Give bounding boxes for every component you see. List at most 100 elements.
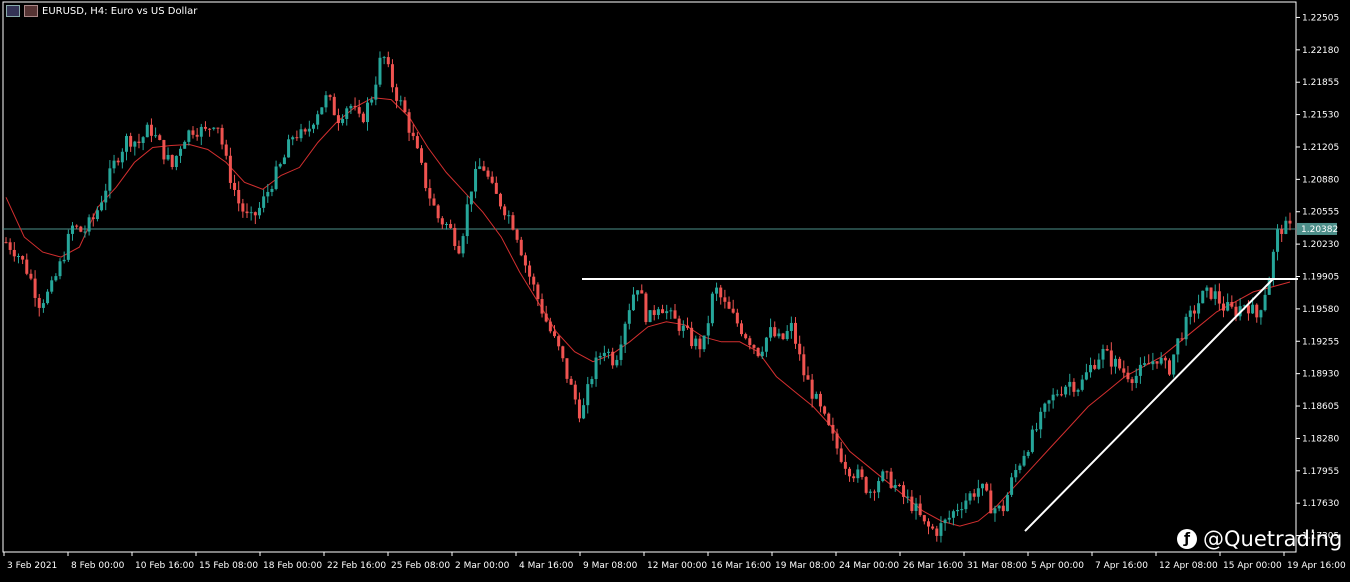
candle-body xyxy=(1217,291,1221,304)
candle-body xyxy=(1284,220,1288,234)
candle-body xyxy=(154,135,158,137)
candle-body xyxy=(1197,303,1201,314)
candle-body xyxy=(843,461,847,469)
candle-body xyxy=(723,297,727,302)
candle-body xyxy=(607,351,611,353)
candle-body xyxy=(116,160,120,163)
y-tick-label: 1.19905 xyxy=(1302,273,1339,283)
candle-body xyxy=(839,448,843,462)
brand-logo-icon: ƒ xyxy=(1177,529,1197,549)
candle-body xyxy=(690,327,694,347)
candle-body xyxy=(540,299,544,314)
candle-body xyxy=(814,393,818,399)
candle-body xyxy=(615,359,619,366)
candle-body xyxy=(1005,494,1009,512)
y-tick-label: 1.21530 xyxy=(1302,111,1339,121)
candle-body xyxy=(95,210,99,220)
x-tick-label: 15 Apr 00:00 xyxy=(1223,561,1282,571)
candle-body xyxy=(1072,381,1076,392)
candle-body xyxy=(719,287,723,298)
candle-body xyxy=(100,202,104,211)
candle-body xyxy=(544,313,548,322)
candle-body xyxy=(1288,220,1292,224)
candle-body xyxy=(569,378,573,385)
candle-body xyxy=(515,229,519,240)
candle-body xyxy=(79,226,83,232)
y-tick-label: 1.21855 xyxy=(1302,78,1339,88)
candle-body xyxy=(1155,361,1159,364)
candle-body xyxy=(320,107,324,115)
candle-body xyxy=(336,115,340,124)
candle-body xyxy=(993,508,997,514)
candle-body xyxy=(1251,304,1255,314)
candle-body xyxy=(1084,372,1088,380)
candle-body xyxy=(1176,338,1180,355)
candle-body xyxy=(498,193,502,207)
candle-body xyxy=(220,127,224,145)
candle-body xyxy=(706,323,710,336)
candle-body xyxy=(926,521,930,527)
candle-body xyxy=(914,503,918,511)
candle-body xyxy=(162,140,166,160)
candle-body xyxy=(673,310,677,319)
candle-body xyxy=(366,102,370,123)
candle-body xyxy=(1222,303,1226,311)
candle-body xyxy=(573,384,577,400)
candle-body xyxy=(453,227,457,246)
candle-body xyxy=(681,325,685,331)
y-tick-label: 1.19580 xyxy=(1302,305,1339,315)
candle-body xyxy=(349,105,353,109)
chart-area[interactable]: 1.22505 1.22180 1.21855 1.21530 1.21205 1.208… xyxy=(0,0,1350,578)
candle-body xyxy=(179,148,183,156)
candle-body xyxy=(748,338,752,346)
y-tick-label: 1.20880 xyxy=(1302,175,1339,185)
candle-body xyxy=(856,469,860,479)
candle-body xyxy=(287,139,291,158)
candle-body xyxy=(885,471,889,473)
candle-body xyxy=(1180,338,1184,340)
candle-body xyxy=(968,493,972,501)
candle-body xyxy=(669,310,673,312)
x-tick-label: 7 Apr 16:00 xyxy=(1095,561,1148,571)
candle-body xyxy=(735,312,739,324)
x-tick-label: 18 Feb 00:00 xyxy=(263,561,322,571)
candle-body xyxy=(494,182,498,194)
candle-body xyxy=(1188,310,1192,317)
candle-body xyxy=(823,406,827,414)
candle-body xyxy=(557,336,561,347)
candle-body xyxy=(710,293,714,324)
candle-body xyxy=(257,207,261,216)
candle-body xyxy=(174,155,178,168)
candle-body xyxy=(21,256,25,260)
candle-body xyxy=(598,356,602,358)
y-tick-label: 1.22505 xyxy=(1302,13,1339,23)
candle-body xyxy=(523,255,527,266)
candle-body xyxy=(1043,403,1047,412)
candle-body xyxy=(665,311,669,314)
candle-body xyxy=(631,294,635,311)
candle-body xyxy=(956,509,960,512)
candlestick-chart[interactable]: 1.22505 1.22180 1.21855 1.21530 1.21205 1.208… xyxy=(0,0,1350,578)
candle-body xyxy=(403,100,407,113)
symbol-flag-icon xyxy=(24,5,38,17)
candle-body xyxy=(25,259,29,274)
candle-body xyxy=(964,500,968,510)
candle-body xyxy=(1167,360,1171,375)
candle-body xyxy=(208,128,212,130)
candle-body xyxy=(1122,368,1126,373)
candle-body xyxy=(731,308,735,313)
x-tick-label: 16 Mar 16:00 xyxy=(711,561,771,571)
candle-body xyxy=(1130,379,1134,383)
candle-body xyxy=(41,303,45,308)
candle-body xyxy=(266,191,270,197)
candle-body xyxy=(1018,465,1022,471)
x-tick-label: 25 Feb 08:00 xyxy=(391,561,450,571)
candle-body xyxy=(623,323,627,345)
chart-window-icon[interactable] xyxy=(6,5,20,17)
x-tick-label: 4 Mar 16:00 xyxy=(519,561,574,571)
candle-body xyxy=(486,170,490,177)
candle-body xyxy=(981,483,985,489)
x-tick-label: 31 Mar 08:00 xyxy=(967,561,1027,571)
candle-body xyxy=(241,203,245,212)
x-tick-label: 5 Apr 00:00 xyxy=(1031,561,1084,571)
